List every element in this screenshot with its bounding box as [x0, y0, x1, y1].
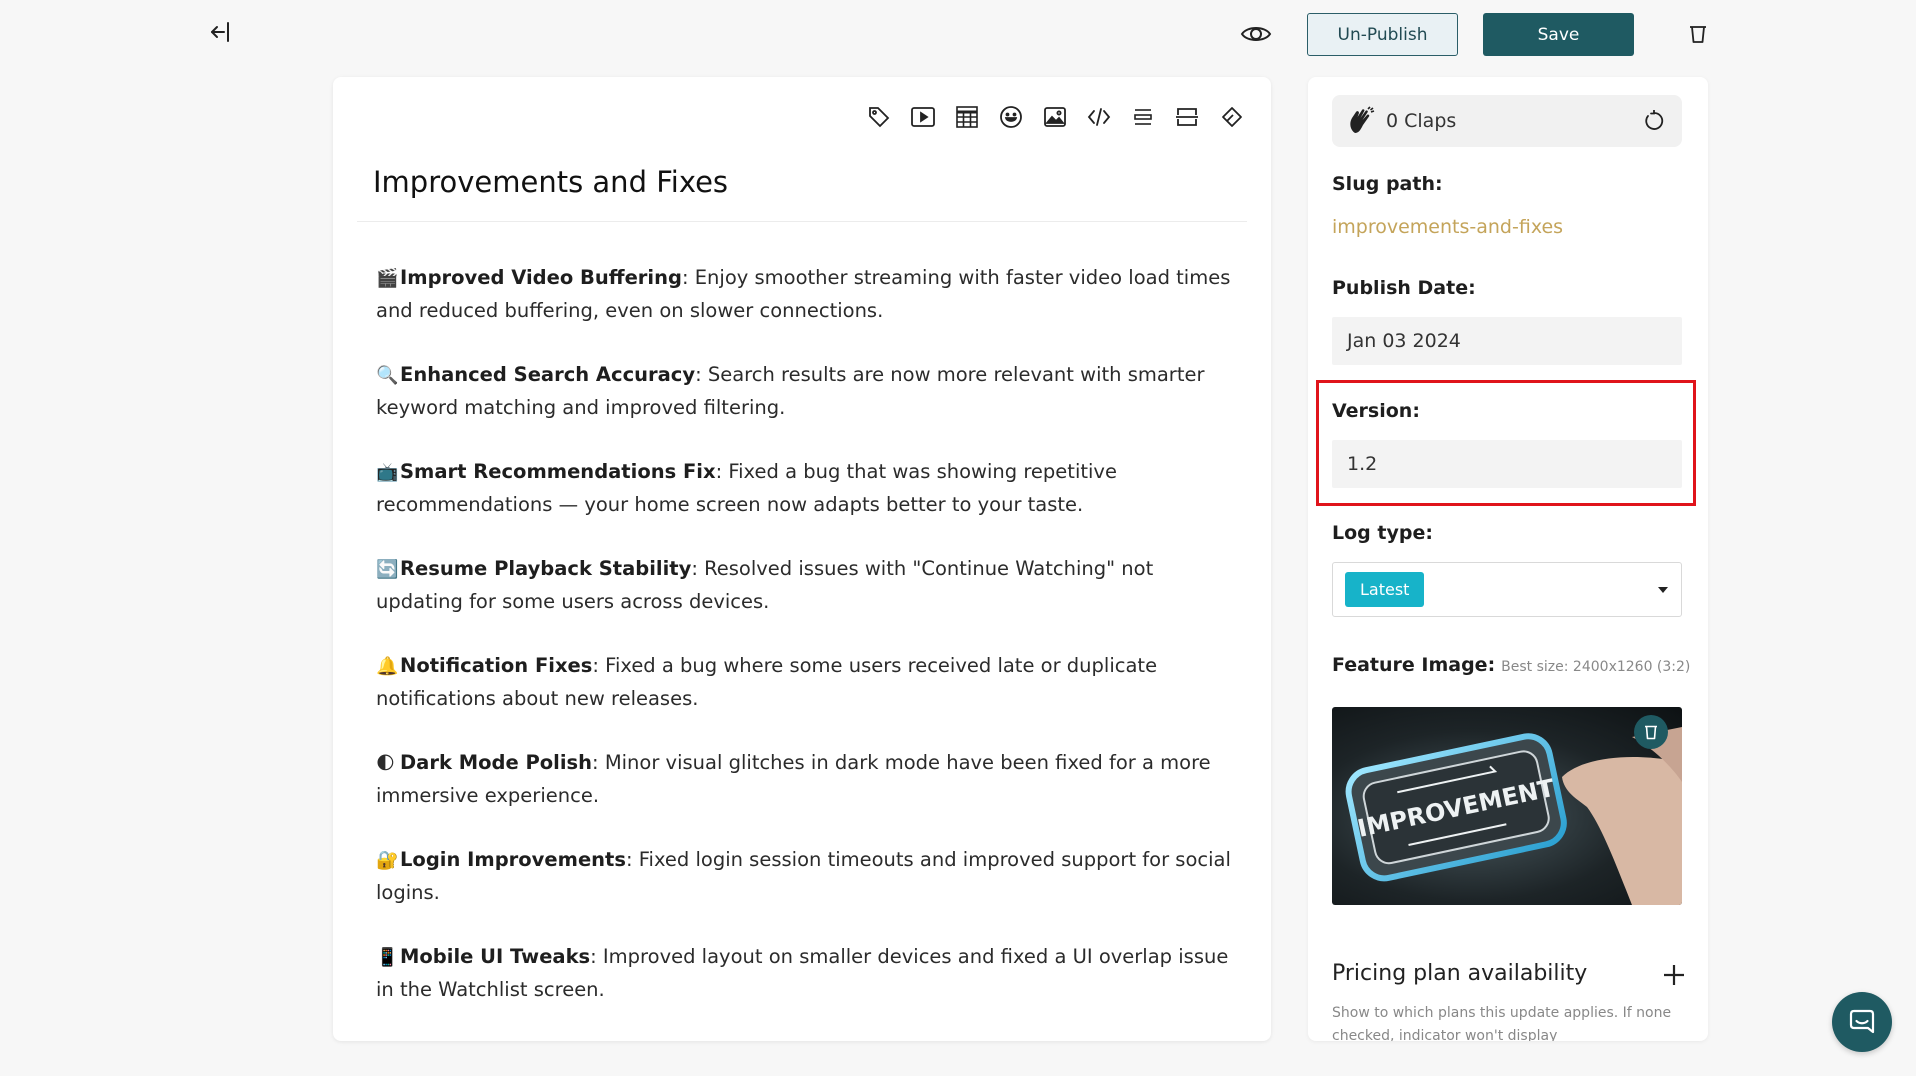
collapse-left-icon[interactable]: [205, 16, 237, 48]
remove-image-button[interactable]: [1634, 715, 1668, 749]
eraser-icon[interactable]: [1209, 99, 1253, 135]
publish-date-label: Publish Date:: [1332, 277, 1476, 299]
list-item: 🔔Notification Fixes: Fixed a bug where s…: [376, 650, 1236, 715]
plus-icon[interactable]: [1660, 961, 1688, 989]
pricing-title: Pricing plan availability: [1332, 961, 1588, 986]
phone-icon: 📱: [376, 947, 399, 968]
image-icon[interactable]: [1033, 99, 1077, 135]
slug-value[interactable]: improvements-and-fixes: [1332, 216, 1563, 238]
log-type-label: Log type:: [1332, 522, 1433, 544]
clapperboard-icon: 🎬: [376, 268, 399, 289]
log-type-chip: Latest: [1345, 572, 1425, 607]
tag-icon[interactable]: [857, 99, 901, 135]
pricing-help-text: Show to which plans this update applies.…: [1332, 1005, 1672, 1041]
log-type-select[interactable]: Latest: [1332, 562, 1682, 617]
refresh-icon: 🔄: [376, 559, 399, 580]
feature-image-label: Feature Image:: [1332, 654, 1496, 676]
editor-toolbar: [857, 99, 1253, 135]
post-body[interactable]: 🎬Improved Video Buffering: Enjoy smoothe…: [376, 262, 1236, 1038]
caret-down-icon: [1657, 584, 1669, 596]
reset-icon[interactable]: [1640, 107, 1668, 135]
version-field[interactable]: 1.2: [1332, 440, 1682, 488]
claps-box: 0 Claps: [1332, 95, 1682, 147]
video-icon[interactable]: [901, 99, 945, 135]
bell-icon: 🔔: [376, 656, 399, 677]
feature-image-header: Feature Image: Best size: 2400x1260 (3:2…: [1332, 654, 1690, 676]
table-icon[interactable]: [945, 99, 989, 135]
divider-icon[interactable]: [1121, 99, 1165, 135]
slug-label: Slug path:: [1332, 173, 1443, 195]
feature-image-hint: Best size: 2400x1260 (3:2): [1501, 659, 1691, 675]
chat-icon[interactable]: [1832, 992, 1892, 1052]
save-button[interactable]: Save: [1483, 13, 1634, 56]
trash-icon[interactable]: [1684, 20, 1712, 48]
magnifier-icon: 🔍: [376, 365, 399, 386]
settings-panel: 0 Claps Slug path: improvements-and-fixe…: [1308, 77, 1708, 1041]
list-item: 🌓 Dark Mode Polish: Minor visual glitches…: [376, 747, 1236, 812]
list-item: 🎬Improved Video Buffering: Enjoy smoothe…: [376, 262, 1236, 327]
claps-count: 0 Claps: [1386, 110, 1457, 132]
title-divider: [357, 221, 1247, 222]
code-icon[interactable]: [1077, 99, 1121, 135]
half-moon-icon: 🌓: [376, 753, 395, 774]
list-item: 🔄Resume Playback Stability: Resolved iss…: [376, 553, 1236, 618]
tv-icon: 📺: [376, 462, 399, 483]
post-title[interactable]: Improvements and Fixes: [373, 165, 728, 199]
version-label: Version:: [1332, 400, 1420, 422]
list-item: 🔐Login Improvements: Fixed login session…: [376, 844, 1236, 909]
clap-icon: [1346, 105, 1378, 137]
lock-icon: 🔐: [376, 850, 399, 871]
emoji-icon[interactable]: [989, 99, 1033, 135]
eye-icon[interactable]: [1236, 14, 1276, 54]
list-item: 📱Mobile UI Tweaks: Improved layout on sm…: [376, 941, 1236, 1006]
list-item: 📺Smart Recommendations Fix: Fixed a bug …: [376, 456, 1236, 521]
unpublish-button[interactable]: Un-Publish: [1307, 13, 1458, 56]
list-item: 🔍Enhanced Search Accuracy: Search result…: [376, 359, 1236, 424]
editor-card: Improvements and Fixes 🎬Improved Video B…: [333, 77, 1271, 1041]
page-break-icon[interactable]: [1165, 99, 1209, 135]
feature-image[interactable]: IMPROVEMENT: [1332, 707, 1682, 905]
publish-date-field[interactable]: Jan 03 2024: [1332, 317, 1682, 365]
